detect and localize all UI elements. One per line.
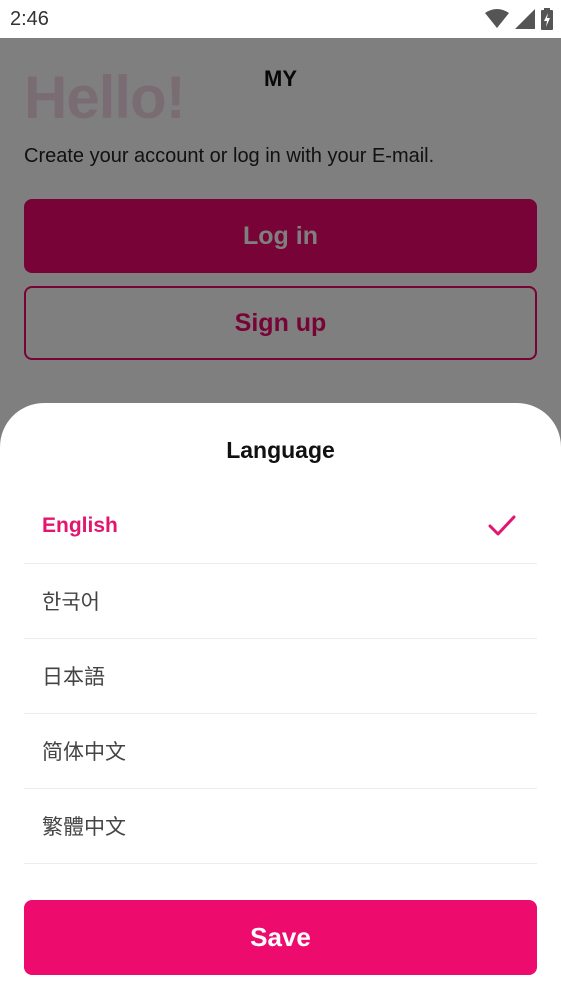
- status-bar: 2:46: [0, 0, 561, 38]
- language-list: English 한국어 日本語 简体中文 繁體中文: [24, 489, 537, 864]
- language-bottom-sheet: Language English 한국어 日本語 简体中文 繁體中文 Save: [0, 403, 561, 999]
- save-button[interactable]: Save: [24, 900, 537, 975]
- language-item-traditional-chinese[interactable]: 繁體中文: [24, 789, 537, 864]
- checkmark-icon: [488, 515, 516, 536]
- language-label: 한국어: [42, 591, 100, 614]
- sheet-title: Language: [226, 437, 335, 463]
- language-item-japanese[interactable]: 日本語: [24, 639, 537, 714]
- battery-icon: [541, 8, 553, 30]
- language-item-simplified-chinese[interactable]: 简体中文: [24, 714, 537, 789]
- language-item-english[interactable]: English: [24, 489, 537, 564]
- wifi-icon: [485, 9, 509, 28]
- language-label: 繁體中文: [42, 816, 126, 839]
- language-label: 日本語: [42, 666, 105, 689]
- status-icons: [485, 8, 553, 30]
- language-label: English: [42, 514, 118, 537]
- status-time: 2:46: [10, 8, 49, 30]
- language-label: 简体中文: [42, 741, 126, 764]
- language-item-korean[interactable]: 한국어: [24, 564, 537, 639]
- signal-icon: [515, 9, 535, 29]
